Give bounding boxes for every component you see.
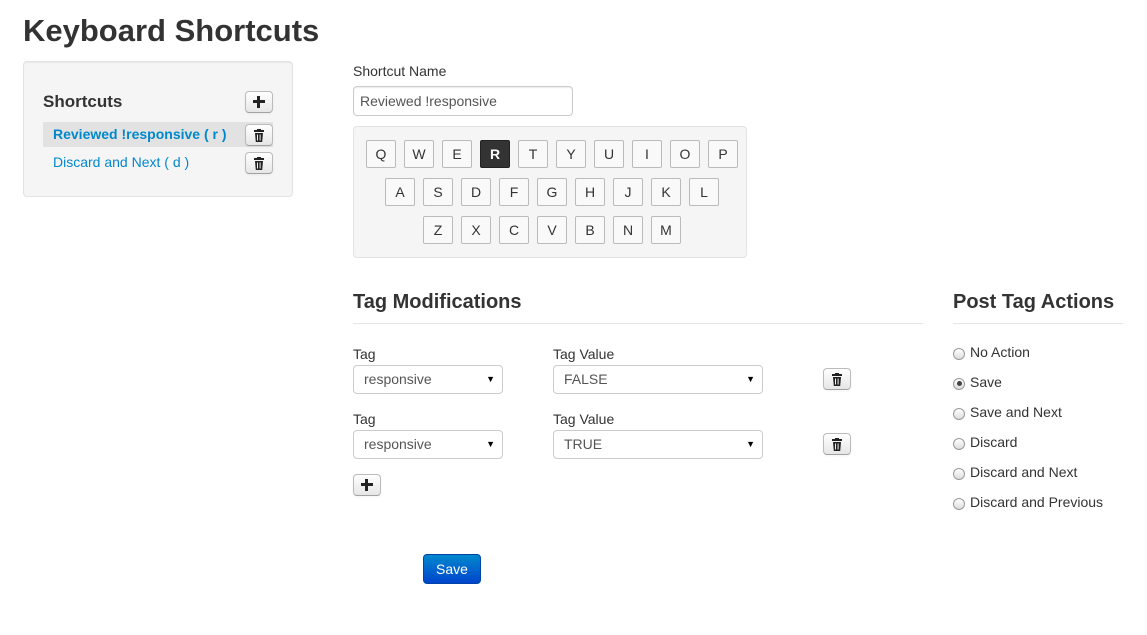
key-i[interactable]: I <box>632 140 662 168</box>
key-e[interactable]: E <box>442 140 472 168</box>
key-v[interactable]: V <box>537 216 567 244</box>
post-action-option[interactable]: No Action <box>953 344 1030 360</box>
save-button[interactable]: Save <box>423 554 481 584</box>
keyboard-panel: QWERTYUIOP ASDFGHJKL ZXCVBNM <box>353 126 747 258</box>
post-action-label: Save <box>970 374 1002 390</box>
delete-shortcut-button[interactable] <box>245 124 273 146</box>
shortcuts-title: Shortcuts <box>43 92 123 111</box>
add-tag-row-button[interactable] <box>353 474 381 496</box>
post-action-label: Discard <box>970 434 1018 450</box>
key-t[interactable]: T <box>518 140 548 168</box>
post-action-label: No Action <box>970 344 1030 360</box>
key-x[interactable]: X <box>461 216 491 244</box>
radio-button[interactable] <box>953 437 965 450</box>
shortcuts-panel: Shortcuts Reviewed !responsive ( r ) Dis… <box>23 61 293 197</box>
delete-tag-row-button[interactable] <box>823 368 851 390</box>
caret-down-icon: ▼ <box>486 439 495 449</box>
keyboard-row: ASDFGHJKL <box>385 178 719 206</box>
key-u[interactable]: U <box>594 140 624 168</box>
radio-button[interactable] <box>953 407 965 420</box>
key-a[interactable]: A <box>385 178 415 206</box>
delete-shortcut-button[interactable] <box>245 152 273 174</box>
shortcut-name-input[interactable] <box>353 86 573 116</box>
tag-value-label: Tag Value <box>553 411 615 427</box>
key-p[interactable]: P <box>708 140 738 168</box>
key-b[interactable]: B <box>575 216 605 244</box>
trash-icon <box>832 372 842 386</box>
key-s[interactable]: S <box>423 178 453 206</box>
post-tag-actions-title: Post Tag Actions <box>953 291 1115 313</box>
caret-down-icon: ▼ <box>486 374 495 384</box>
delete-tag-row-button[interactable] <box>823 433 851 455</box>
key-k[interactable]: K <box>651 178 681 206</box>
caret-down-icon: ▼ <box>746 439 755 449</box>
key-r[interactable]: R <box>480 140 510 168</box>
radio-button[interactable] <box>953 467 965 480</box>
trash-icon <box>254 156 264 170</box>
key-w[interactable]: W <box>404 140 434 168</box>
key-h[interactable]: H <box>575 178 605 206</box>
tag-label: Tag <box>353 411 376 427</box>
tag-value-label: Tag Value <box>553 346 615 362</box>
tag-value-select-value: FALSE <box>564 371 608 387</box>
shortcut-name-label: Shortcut Name <box>353 63 447 79</box>
keyboard-row: ZXCVBNM <box>423 216 681 244</box>
shortcut-item-reviewed[interactable]: Reviewed !responsive ( r ) <box>43 122 273 147</box>
key-g[interactable]: G <box>537 178 567 206</box>
radio-button[interactable] <box>953 347 965 360</box>
tag-modifications-title: Tag Modifications <box>353 291 522 313</box>
key-n[interactable]: N <box>613 216 643 244</box>
key-f[interactable]: F <box>499 178 529 206</box>
post-action-option[interactable]: Discard and Previous <box>953 494 1103 510</box>
post-action-label: Discard and Previous <box>970 494 1104 510</box>
post-action-option[interactable]: Discard <box>953 434 1017 450</box>
post-action-label: Save and Next <box>970 404 1062 420</box>
tag-select[interactable]: responsive ▼ <box>353 430 503 459</box>
tag-label: Tag <box>353 346 376 362</box>
trash-icon <box>832 437 842 451</box>
tag-value-select[interactable]: TRUE ▼ <box>553 430 763 459</box>
key-m[interactable]: M <box>651 216 681 244</box>
plus-icon <box>253 96 265 108</box>
caret-down-icon: ▼ <box>746 374 755 384</box>
page-title: Keyboard Shortcuts <box>23 13 320 48</box>
tag-select[interactable]: responsive ▼ <box>353 365 503 394</box>
key-o[interactable]: O <box>670 140 700 168</box>
keyboard-row: QWERTYUIOP <box>366 140 738 168</box>
tag-value-select[interactable]: FALSE ▼ <box>553 365 763 394</box>
radio-button[interactable] <box>953 497 965 510</box>
add-shortcut-button[interactable] <box>245 91 273 113</box>
page: Keyboard Shortcuts Shortcuts Reviewed !r… <box>0 0 1147 635</box>
shortcut-item-discard-next[interactable]: Discard and Next ( d ) <box>43 150 273 175</box>
key-j[interactable]: J <box>613 178 643 206</box>
radio-selected-dot <box>956 381 962 386</box>
divider <box>953 323 1123 324</box>
tag-value-select-value: TRUE <box>564 436 603 452</box>
post-action-option[interactable]: Discard and Next <box>953 464 1077 480</box>
tag-select-value: responsive <box>364 371 432 387</box>
trash-icon <box>254 128 264 142</box>
plus-icon <box>361 479 373 491</box>
divider <box>353 323 923 324</box>
key-q[interactable]: Q <box>366 140 396 168</box>
radio-button[interactable] <box>953 377 965 390</box>
post-action-option[interactable]: Save <box>953 374 1002 390</box>
key-z[interactable]: Z <box>423 216 453 244</box>
tag-select-value: responsive <box>364 436 432 452</box>
post-action-option[interactable]: Save and Next <box>953 404 1062 420</box>
key-c[interactable]: C <box>499 216 529 244</box>
key-y[interactable]: Y <box>556 140 586 168</box>
key-d[interactable]: D <box>461 178 491 206</box>
key-l[interactable]: L <box>689 178 719 206</box>
post-action-label: Discard and Next <box>970 464 1078 480</box>
